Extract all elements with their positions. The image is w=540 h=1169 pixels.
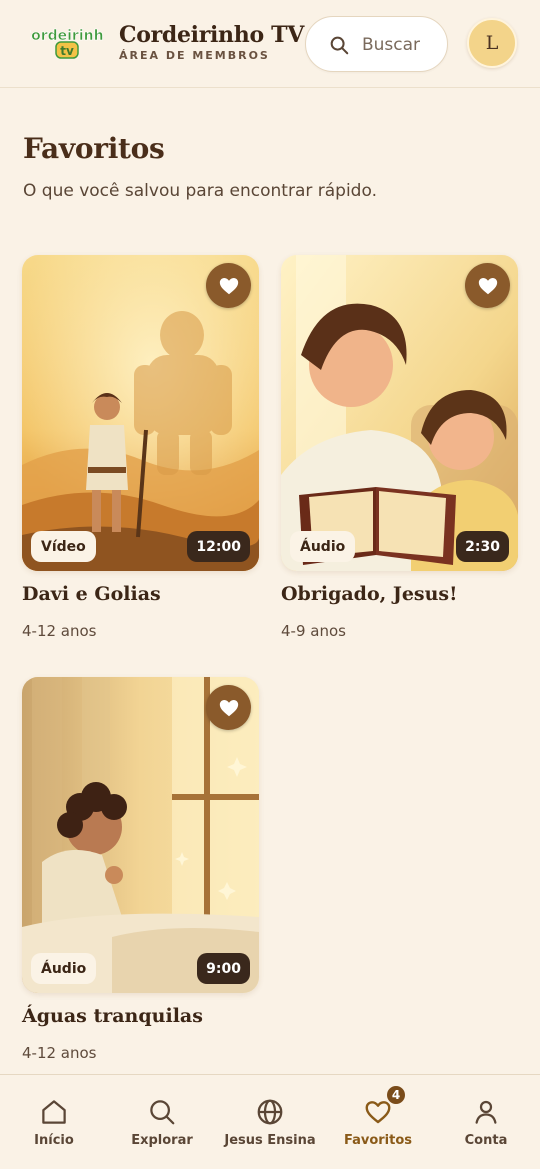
card-title[interactable]: Obrigado, Jesus! xyxy=(281,583,457,605)
globe-icon xyxy=(257,1099,283,1125)
search-input[interactable] xyxy=(362,29,442,61)
home-icon xyxy=(42,1100,66,1124)
nav-item-jesus-ensina[interactable]: Jesus Ensina xyxy=(216,1075,324,1169)
cordeirinho-logo[interactable]: Cordeirinho tv xyxy=(30,24,104,60)
favorite-card[interactable]: Áudio 2:30 Obrigado, Jesus! 4-9 anos xyxy=(281,255,518,640)
nav-label: Jesus Ensina xyxy=(224,1133,316,1148)
card-title[interactable]: Davi e Golias xyxy=(22,583,161,605)
favorite-button[interactable] xyxy=(465,263,510,308)
brand-subtitle: ÁREA DE MEMBROS xyxy=(119,49,270,62)
nav-item-favoritos[interactable]: Favoritos xyxy=(324,1075,432,1169)
page-subtitle: O que você salvou para encontrar rápido. xyxy=(23,181,377,201)
card-thumbnail[interactable]: Áudio 9:00 xyxy=(22,677,259,993)
heart-icon xyxy=(219,699,238,716)
nav-item-conta[interactable]: Conta xyxy=(432,1075,540,1169)
favorite-card[interactable]: Vídeo 12:00 Davi e Golias 4-12 anos xyxy=(22,255,259,640)
type-badge: Áudio xyxy=(31,953,97,984)
nav-item-explorar[interactable]: Explorar xyxy=(108,1075,216,1169)
nav-label: Conta xyxy=(464,1133,508,1148)
card-age-range: 4-12 anos xyxy=(22,1044,97,1062)
type-badge: Áudio xyxy=(290,531,356,562)
card-age-range: 4-9 anos xyxy=(281,622,346,640)
favorites-count-badge: 4 xyxy=(385,1084,407,1106)
heart-icon xyxy=(219,277,238,294)
nav-label: Início xyxy=(34,1133,74,1148)
card-thumbnail[interactable]: Áudio 2:30 xyxy=(281,255,518,571)
nav-label: Explorar xyxy=(131,1133,193,1148)
bottom-navigation: Início Explorar Jesus Ensina Favoritos C… xyxy=(0,1074,540,1169)
search-icon xyxy=(150,1100,175,1125)
favorite-button[interactable] xyxy=(206,685,251,730)
duration-badge: 9:00 xyxy=(197,953,250,984)
svg-text:tv: tv xyxy=(60,44,74,58)
card-thumbnail[interactable]: Vídeo 12:00 xyxy=(22,255,259,571)
duration-badge: 12:00 xyxy=(187,531,250,562)
page-title: Favoritos xyxy=(23,132,165,165)
user-icon xyxy=(475,1100,497,1124)
avatar[interactable]: L xyxy=(467,18,517,68)
nav-label: Favoritos xyxy=(343,1133,413,1148)
search-icon xyxy=(330,36,349,55)
heart-icon xyxy=(478,277,497,294)
brand-title: Cordeirinho TV xyxy=(119,22,305,48)
type-badge: Vídeo xyxy=(31,531,96,562)
duration-badge: 2:30 xyxy=(456,531,509,562)
search-box[interactable] xyxy=(305,16,448,72)
favorite-card[interactable]: Áudio 9:00 Águas tranquilas 4-12 anos xyxy=(22,677,259,1062)
nav-item-inicio[interactable]: Início xyxy=(0,1075,108,1169)
card-age-range: 4-12 anos xyxy=(22,622,97,640)
top-header: Cordeirinho tv Cordeirinho TV ÁREA DE ME… xyxy=(0,0,540,88)
card-title[interactable]: Águas tranquilas xyxy=(22,1005,203,1027)
favorite-button[interactable] xyxy=(206,263,251,308)
